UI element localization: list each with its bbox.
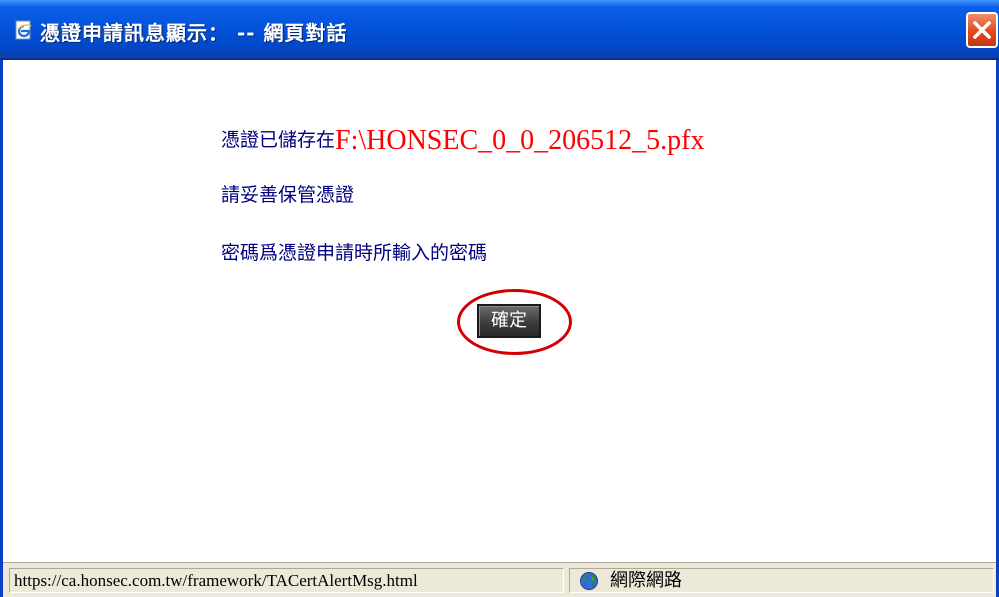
- close-button[interactable]: [966, 12, 998, 48]
- ie-page-icon: [14, 20, 34, 40]
- password-note: 密碼爲憑證申請時所輸入的密碼: [221, 242, 488, 264]
- ok-button[interactable]: 確定: [477, 304, 541, 338]
- close-icon: [973, 21, 991, 39]
- globe-icon: [578, 571, 600, 595]
- window-title: 憑證申請訊息顯示： -- 網頁對話: [40, 21, 348, 45]
- keep-safe-message: 請妥善保管憑證: [221, 184, 355, 206]
- status-url: https://ca.honsec.com.tw/framework/TACer…: [9, 568, 564, 593]
- saved-message: 憑證已儲存在F:\HONSEC_0_0_206512_5.pfx: [221, 122, 705, 156]
- saved-prefix: 憑證已儲存在: [221, 129, 336, 151]
- security-zone: 網際網路: [569, 568, 994, 593]
- zone-label: 網際網路: [610, 570, 682, 591]
- dialog-window: 憑證申請訊息顯示： -- 網頁對話 憑證已儲存在F:\HONSEC_0_0_20…: [0, 0, 999, 597]
- file-path: F:\HONSEC_0_0_206512_5.pfx: [335, 125, 705, 156]
- status-bar: https://ca.honsec.com.tw/framework/TACer…: [3, 562, 996, 597]
- dialog-content: 憑證已儲存在F:\HONSEC_0_0_206512_5.pfx 請妥善保管憑證…: [3, 62, 996, 562]
- title-bar[interactable]: 憑證申請訊息顯示： -- 網頁對話: [0, 0, 999, 60]
